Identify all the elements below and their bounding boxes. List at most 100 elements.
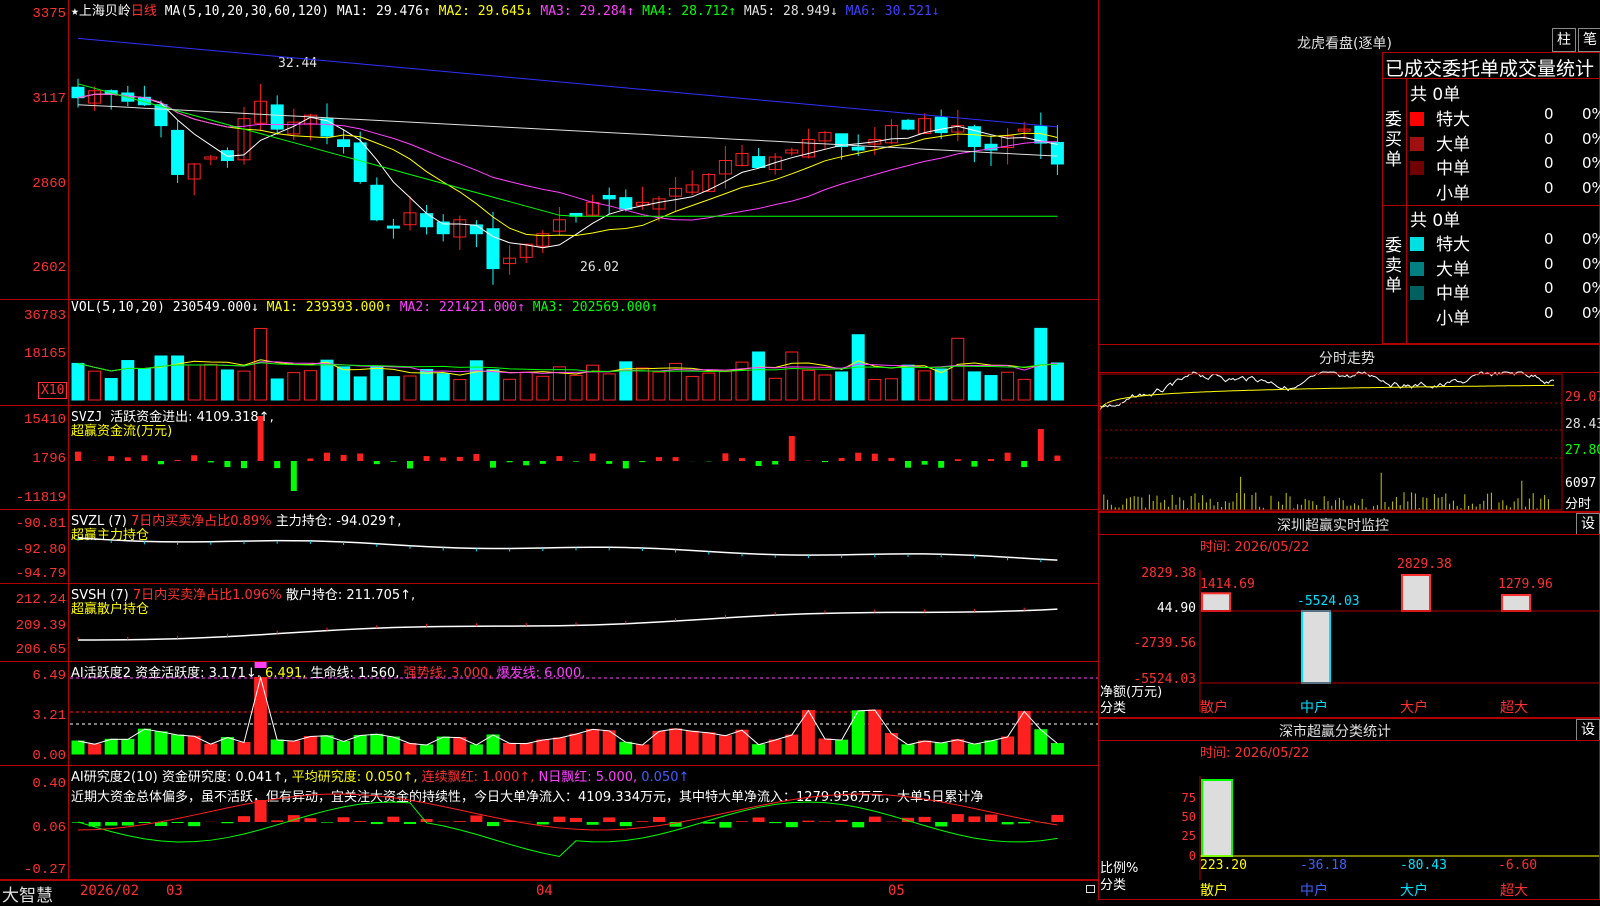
svsh-panel[interactable]: 212.24 209.39 206.65 SVSH (7) 7日内买卖净占比1.… bbox=[0, 584, 1098, 662]
research-bar bbox=[719, 822, 731, 828]
ss-stats-sep bbox=[1098, 740, 1600, 741]
activity-bar bbox=[537, 740, 549, 754]
activity-bar bbox=[387, 737, 399, 754]
research-bar bbox=[802, 821, 814, 822]
volume-bar bbox=[736, 362, 748, 400]
activity-bar bbox=[719, 736, 731, 754]
flow-bar bbox=[789, 436, 795, 461]
activity-bar bbox=[172, 735, 184, 754]
research-bar bbox=[819, 821, 831, 822]
ai-activity-panel[interactable]: 6.49 3.21 0.00 AI活跃度2 资金活跃度: 3.171↓, 6.4… bbox=[0, 662, 1098, 766]
volume-bar bbox=[354, 377, 366, 400]
candle-body bbox=[1051, 142, 1063, 164]
volume-bar bbox=[537, 376, 549, 400]
candle-body bbox=[852, 147, 864, 150]
svzj-chart bbox=[0, 406, 1098, 510]
research-bar bbox=[869, 817, 881, 822]
activity-peak bbox=[255, 662, 267, 668]
tick-view-button[interactable]: 笔 bbox=[1578, 28, 1600, 52]
svzj-panel[interactable]: 15410 1796 -11819 SVZJ 活跃资金进出: 4109.318↑… bbox=[0, 406, 1098, 510]
order-count: 0 bbox=[1544, 179, 1554, 197]
activity-bar bbox=[138, 729, 150, 754]
sz-settings-button[interactable]: 设 bbox=[1576, 513, 1600, 535]
sz-v4: 1279.96 bbox=[1498, 577, 1553, 592]
volume-bar bbox=[570, 375, 582, 400]
volume-bar bbox=[636, 368, 648, 400]
flow-bar bbox=[1021, 461, 1027, 467]
order-row: 大单00% bbox=[1410, 130, 1600, 152]
date-tick-4: 05 bbox=[888, 883, 905, 899]
activity-bar bbox=[421, 745, 433, 754]
ai-research-panel[interactable]: 0.40 0.06 -0.27 AI研究度2(10) 资金研究度: 0.041↑… bbox=[0, 766, 1098, 880]
research-bar bbox=[188, 822, 200, 826]
activity-bar bbox=[1002, 737, 1014, 754]
sz-cat-2: 中户 bbox=[1300, 697, 1328, 717]
order-count: 0 bbox=[1544, 304, 1554, 322]
lock-icon[interactable] bbox=[1086, 885, 1095, 893]
activity-bar bbox=[238, 742, 250, 754]
sz-cat-1: 散户 bbox=[1200, 697, 1228, 717]
bar-view-button[interactable]: 柱 bbox=[1552, 28, 1576, 52]
intraday-box[interactable]: 分时走势 bbox=[1098, 344, 1600, 512]
flow-bar bbox=[590, 453, 596, 461]
activity-bar bbox=[404, 743, 416, 754]
candle-body bbox=[753, 157, 765, 168]
flow-bar bbox=[158, 461, 164, 464]
volume-bar bbox=[89, 371, 101, 400]
volume-bar bbox=[238, 371, 250, 400]
research-bar bbox=[952, 814, 964, 822]
order-count: 0 bbox=[1544, 279, 1554, 297]
volume-bar bbox=[288, 373, 300, 400]
activity-bar bbox=[703, 733, 715, 754]
volume-bar bbox=[553, 367, 565, 400]
candle-body bbox=[620, 198, 632, 210]
activity-bar bbox=[304, 737, 316, 754]
bottom-axis: 大智慧 2026/02 03 04 05 bbox=[0, 880, 1098, 901]
sz-xlabel: 分类 bbox=[1100, 697, 1126, 716]
candle-body bbox=[321, 119, 333, 136]
research-bar bbox=[653, 817, 665, 822]
svzl-panel[interactable]: -90.81 -92.80 -94.79 SVZL (7) 7日内买卖净占比0.… bbox=[0, 510, 1098, 584]
ss-v4: -6.60 bbox=[1498, 858, 1537, 873]
ss-y3: 25 bbox=[1150, 829, 1196, 843]
price-chart[interactable] bbox=[0, 0, 1098, 300]
activity-bar bbox=[935, 743, 947, 754]
research-bar bbox=[919, 817, 931, 822]
ss-v3: -80.43 bbox=[1400, 858, 1447, 873]
volume-panel[interactable]: 36783 18165 X10 VOL(5,10,20) 230549.000↓… bbox=[0, 300, 1098, 406]
ma5-line bbox=[78, 105, 1057, 156]
price-panel[interactable]: 3375 3117 2860 2602 ★上海贝岭日线 MA(5,10,20,3… bbox=[0, 0, 1098, 300]
brand-logo[interactable]: 大智慧 bbox=[2, 881, 53, 906]
research-bar bbox=[371, 822, 383, 824]
volume-bar bbox=[371, 366, 383, 400]
research-bar bbox=[985, 815, 997, 822]
lhb-title: 龙虎看盘(逐单) bbox=[1297, 33, 1392, 53]
research-bar bbox=[338, 817, 350, 822]
sell-orders-label: 委卖单 bbox=[1385, 236, 1403, 296]
order-pct: 0% bbox=[1582, 230, 1600, 248]
ss-settings-button[interactable]: 设 bbox=[1576, 719, 1600, 741]
activity-bar bbox=[188, 736, 200, 754]
date-tick-1: 2026/02 bbox=[80, 883, 139, 899]
flow-bar bbox=[1005, 453, 1011, 461]
flow-bar bbox=[606, 461, 612, 464]
research-bar bbox=[736, 821, 748, 822]
order-swatch bbox=[1410, 186, 1424, 200]
sz-v1: 1414.69 bbox=[1200, 577, 1255, 592]
order-swatch bbox=[1410, 237, 1424, 251]
order-pct: 0% bbox=[1582, 255, 1600, 273]
flow-bar bbox=[457, 457, 463, 461]
flow-bar bbox=[341, 455, 347, 461]
main-holding-line bbox=[78, 538, 1057, 560]
sz-time: 时间: 2026/05/22 bbox=[1200, 536, 1309, 555]
order-stats-title: 已成交委托单成交量统计 bbox=[1385, 54, 1594, 81]
activity-bar bbox=[902, 745, 914, 754]
order-row: 特大00% bbox=[1410, 105, 1600, 127]
research-bar bbox=[1002, 822, 1014, 824]
activity-bar bbox=[570, 734, 582, 754]
volume-bar bbox=[437, 374, 449, 400]
research-bar bbox=[537, 822, 549, 824]
volume-bar bbox=[1002, 372, 1014, 400]
volume-bar bbox=[205, 364, 217, 400]
flow-bar bbox=[407, 461, 413, 468]
